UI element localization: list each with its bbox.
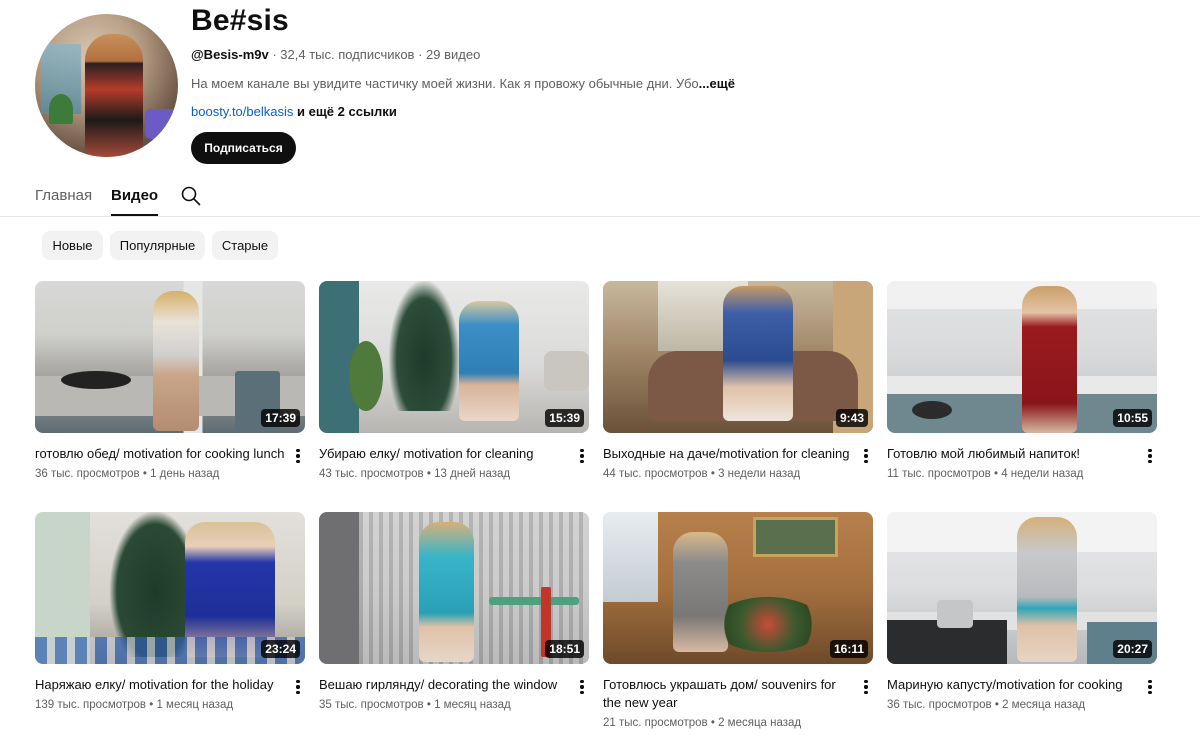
video-age: 2 месяца назад <box>718 717 802 729</box>
meta-separator: · <box>418 47 427 62</box>
tab-home[interactable]: Главная <box>35 187 92 204</box>
video-thumbnail[interactable]: 10:55 <box>887 281 1157 433</box>
chip-old[interactable]: Старые <box>212 231 278 260</box>
video-duration: 16:11 <box>829 640 868 658</box>
video-views: 139 тыс. просмотров <box>35 699 147 711</box>
more-vert-icon[interactable] <box>574 447 590 465</box>
video-age: 4 недели назад <box>1001 468 1084 480</box>
video-thumbnail[interactable]: 17:39 <box>35 281 305 433</box>
channel-description[interactable]: На моем канале вы увидите частичку моей … <box>191 76 735 91</box>
video-stats: 36 тыс. просмотров • 2 месяца назад <box>887 699 1086 711</box>
video-duration: 15:39 <box>545 409 584 427</box>
video-views: 36 тыс. просмотров <box>887 699 992 711</box>
video-thumbnail[interactable]: 16:11 <box>603 512 873 664</box>
video-views: 44 тыс. просмотров <box>603 468 708 480</box>
more-vert-icon[interactable] <box>1142 447 1158 465</box>
video-stats: 44 тыс. просмотров • 3 недели назад <box>603 468 801 480</box>
video-stats: 139 тыс. просмотров • 1 месяц назад <box>35 699 234 711</box>
video-views: 35 тыс. просмотров <box>319 699 424 711</box>
video-card[interactable]: 18:51 Вешаю гирлянду/ decorating the win… <box>319 512 590 711</box>
video-age: 3 недели назад <box>718 468 801 480</box>
subscriber-count: 32,4 тыс. подписчиков <box>280 47 415 62</box>
video-thumbnail[interactable]: 9:43 <box>603 281 873 433</box>
more-vert-icon[interactable] <box>858 678 874 696</box>
video-age: 1 день назад <box>150 468 220 480</box>
channel-avatar[interactable] <box>35 14 178 157</box>
video-stats: 35 тыс. просмотров • 1 месяц назад <box>319 699 511 711</box>
chip-new[interactable]: Новые <box>42 231 103 260</box>
video-thumbnail[interactable]: 20:27 <box>887 512 1157 664</box>
channel-tabs: Главная Видео <box>0 172 1200 217</box>
more-links-button[interactable]: и ещё 2 ссылки <box>297 104 397 119</box>
video-duration: 18:51 <box>545 640 584 658</box>
video-thumbnail[interactable]: 18:51 <box>319 512 589 664</box>
channel-meta: @Besis-m9v · 32,4 тыс. подписчиков · 29 … <box>191 47 480 62</box>
more-vert-icon[interactable] <box>290 447 306 465</box>
subscribe-button[interactable]: Подписаться <box>191 132 296 164</box>
video-title[interactable]: Готовлю мой любимый напиток! <box>887 445 1137 463</box>
more-vert-icon[interactable] <box>574 678 590 696</box>
video-age: 13 дней назад <box>434 468 511 480</box>
search-icon[interactable] <box>180 185 202 207</box>
video-title[interactable]: Выходные на даче/motivation for cleaning <box>603 445 853 463</box>
video-title[interactable]: Убираю елку/ motivation for cleaning <box>319 445 569 463</box>
video-card[interactable]: 10:55 Готовлю мой любимый напиток! 11 ты… <box>887 281 1158 480</box>
video-card[interactable]: 20:27 Мариную капусту/motivation for coo… <box>887 512 1158 711</box>
more-vert-icon[interactable] <box>290 678 306 696</box>
video-stats: 11 тыс. просмотров • 4 недели назад <box>887 468 1084 480</box>
video-count: 29 видео <box>426 47 481 62</box>
video-views: 11 тыс. просмотров <box>887 468 991 480</box>
video-duration: 20:27 <box>1113 640 1152 658</box>
video-title[interactable]: Готовлюсь украшать дом/ souvenirs for th… <box>603 676 853 712</box>
video-title[interactable]: Мариную капусту/motivation for cooking <box>887 676 1137 694</box>
video-stats: 36 тыс. просмотров • 1 день назад <box>35 468 220 480</box>
video-views: 21 тыс. просмотров <box>603 717 708 729</box>
channel-handle: @Besis-m9v <box>191 47 269 62</box>
video-card[interactable]: 15:39 Убираю елку/ motivation for cleani… <box>319 281 590 480</box>
description-more-button[interactable]: ...ещё <box>699 76 735 91</box>
video-age: 1 месяц назад <box>434 699 511 711</box>
video-thumbnail[interactable]: 15:39 <box>319 281 589 433</box>
video-duration: 23:24 <box>261 640 300 658</box>
video-views: 43 тыс. просмотров <box>319 468 424 480</box>
video-title[interactable]: Наряжаю елку/ motivation for the holiday <box>35 676 285 694</box>
tab-videos[interactable]: Видео <box>111 187 159 216</box>
avatar-plant-decor <box>49 94 73 124</box>
video-age: 2 месяца назад <box>1002 699 1086 711</box>
video-stats: 43 тыс. просмотров • 13 дней назад <box>319 468 511 480</box>
video-duration: 9:43 <box>835 409 868 427</box>
channel-links: boosty.to/belkasis и ещё 2 ссылки <box>191 104 397 119</box>
avatar-chair-decor <box>145 109 178 139</box>
video-thumbnail[interactable]: 23:24 <box>35 512 305 664</box>
channel-name: Be#sis <box>191 4 289 37</box>
video-title[interactable]: готовлю обед/ motivation for cooking lun… <box>35 445 285 463</box>
description-text: На моем канале вы увидите частичку моей … <box>191 76 699 91</box>
video-card[interactable]: 23:24 Наряжаю елку/ motivation for the h… <box>35 512 306 711</box>
video-stats: 21 тыс. просмотров • 2 месяца назад <box>603 717 802 729</box>
video-age: 1 месяц назад <box>156 699 234 711</box>
more-vert-icon[interactable] <box>858 447 874 465</box>
more-vert-icon[interactable] <box>1142 678 1158 696</box>
channel-link[interactable]: boosty.to/belkasis <box>191 104 293 119</box>
video-views: 36 тыс. просмотров <box>35 468 140 480</box>
video-duration: 10:55 <box>1113 409 1152 427</box>
video-title[interactable]: Вешаю гирлянду/ decorating the window <box>319 676 569 694</box>
video-duration: 17:39 <box>261 409 300 427</box>
video-card[interactable]: 9:43 Выходные на даче/motivation for cle… <box>603 281 874 480</box>
video-card[interactable]: 16:11 Готовлюсь украшать дом/ souvenirs … <box>603 512 874 729</box>
chip-popular[interactable]: Популярные <box>110 231 205 260</box>
video-card[interactable]: 17:39 готовлю обед/ motivation for cooki… <box>35 281 306 480</box>
avatar-person-decor <box>85 34 143 157</box>
